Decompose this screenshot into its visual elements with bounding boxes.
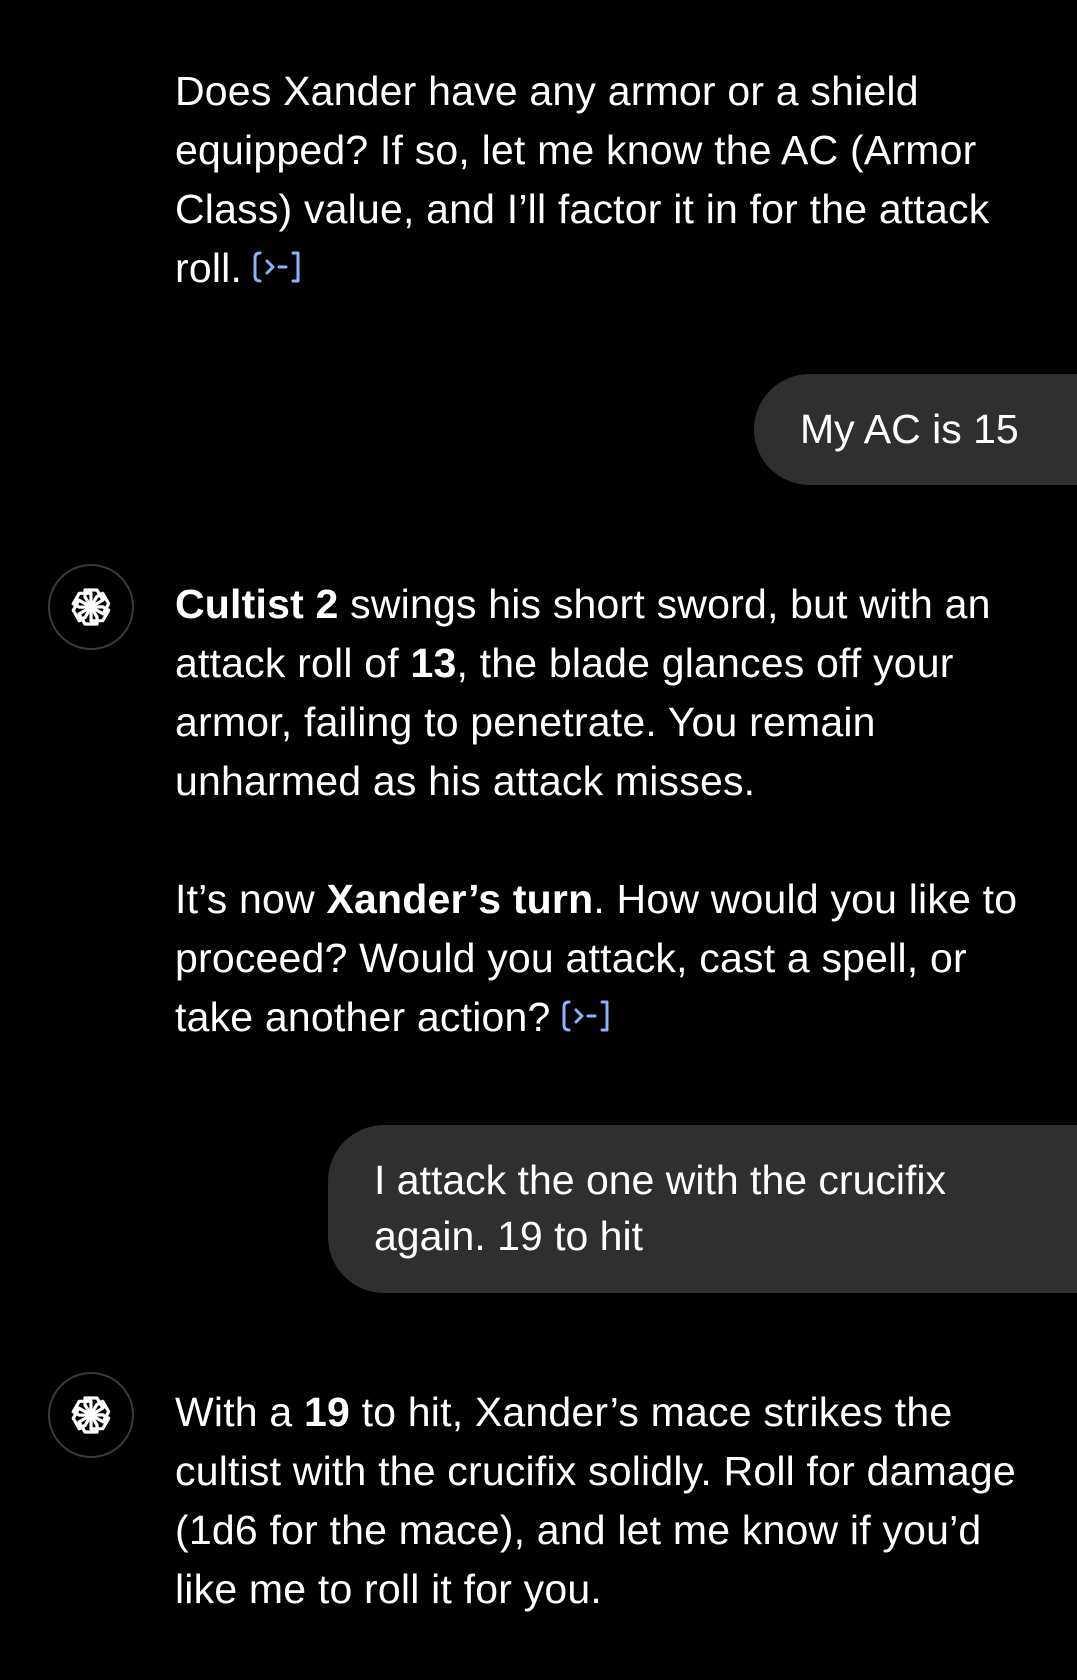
openai-logo-icon (71, 588, 111, 626)
assistant-message-text: With a 19 to hit, Xander’s mace strikes … (175, 1389, 1016, 1612)
user-message-text: My AC is 15 (800, 406, 1019, 452)
assistant-avatar (48, 564, 134, 650)
assistant-message-1: Does Xander have any armor or a shield e… (175, 62, 1045, 298)
user-message-bubble-2: I attack the one with the crucifix again… (328, 1125, 1077, 1293)
assistant-paragraph-1: Cultist 2 swings his short sword, but wi… (175, 581, 991, 804)
assistant-message-2: Cultist 2 swings his short sword, but wi… (175, 575, 1045, 1047)
code-interpreter-icon[interactable] (561, 999, 611, 1033)
openai-logo-icon (71, 1396, 111, 1434)
assistant-message-text: Does Xander have any armor or a shield e… (175, 68, 990, 291)
code-interpreter-icon[interactable] (252, 250, 302, 284)
user-message-text: I attack the one with the crucifix again… (374, 1157, 946, 1259)
assistant-paragraph-2: It’s now Xander’s turn. How would you li… (175, 876, 1018, 1040)
assistant-message-3: With a 19 to hit, Xander’s mace strikes … (175, 1383, 1045, 1619)
user-message-bubble-1: My AC is 15 (754, 374, 1077, 485)
assistant-avatar (48, 1372, 134, 1458)
